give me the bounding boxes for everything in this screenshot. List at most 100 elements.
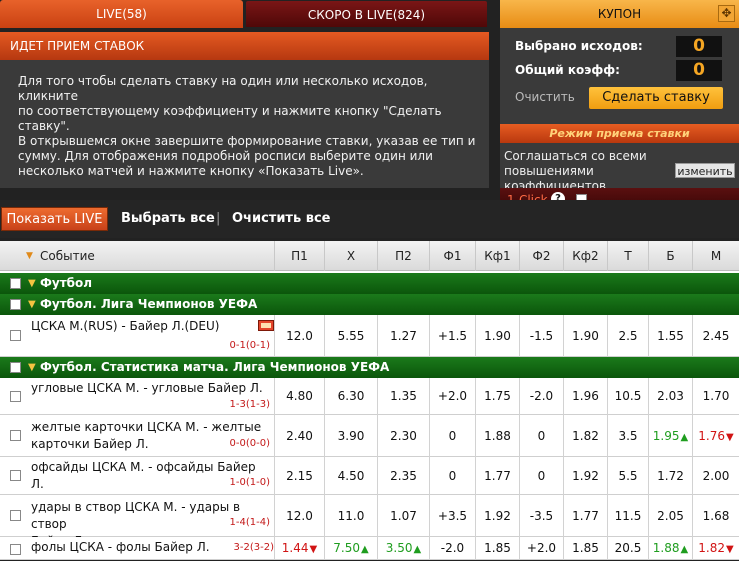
odds-cell-kf1[interactable]: 1.85 [475,537,519,560]
row-checkbox[interactable] [10,544,21,555]
tab-live[interactable]: LIVE(58) [0,0,243,28]
odds-cell-total[interactable]: 5.5 [607,457,648,495]
odds-cell-f2[interactable]: +2.0 [519,537,563,560]
odds-cell-f2[interactable]: 0 [519,457,563,495]
odds-cell-kf2[interactable]: 1.77 [563,495,607,537]
odds-cell-kf2[interactable]: 1.82 [563,415,607,457]
odds-cell-under[interactable]: 1.76▼ [692,415,739,457]
odds-cell-under[interactable]: 1.82▼ [692,537,739,560]
odds-cell-p1[interactable]: 12.0 [274,495,324,537]
odds-cell-kf2[interactable]: 1.92 [563,457,607,495]
section-checkbox[interactable] [10,362,21,373]
move-icon[interactable]: ✥ [718,5,735,22]
coupon-header: КУПОН ✥ [500,0,739,28]
tab-soon-live[interactable]: СКОРО В LIVE(824) [245,0,488,28]
odds-cell-x[interactable]: 3.90 [324,415,377,457]
coupon-clear-button[interactable]: Очистить [515,90,575,104]
odds-cell-kf1[interactable]: 1.75 [475,378,519,415]
odds-cell-x[interactable]: 11.0 [324,495,377,537]
odds-cell-under[interactable]: 1.68 [692,495,739,537]
tv-icon[interactable] [258,320,274,331]
event-text: ЦСКА М.(RUS) - Байер Л.(DEU) [31,319,220,333]
odds-cell-x[interactable]: 5.55 [324,315,377,357]
odds-cell-kf1[interactable]: 1.92 [475,495,519,537]
show-live-button[interactable]: Показать LIVE [1,207,108,231]
section-checkbox[interactable] [10,278,21,289]
odds-value: 1.70 [702,389,730,403]
event-name[interactable]: фолы ЦСКА - фолы Байер Л. 3-2(3-2) [31,539,276,558]
select-all-button[interactable]: Выбрать все [121,207,215,231]
change-mode-button[interactable]: изменить [675,163,735,178]
odds-cell-f1[interactable]: -2.0 [429,537,475,560]
row-checkbox[interactable] [10,330,21,341]
row-checkbox[interactable] [10,430,21,441]
odds-cell-over[interactable]: 1.88▲ [648,537,692,560]
odds-cell-total[interactable]: 10.5 [607,378,648,415]
odds-value: 1.07 [390,509,417,523]
section-match-statistics[interactable]: ▼ Футбол. Статистика матча. Лига Чемпион… [0,357,739,378]
odds-cell-f1[interactable]: 0 [429,457,475,495]
event-name[interactable]: удары в створ ЦСКА М. - удары в створ Ба… [31,499,276,548]
event-name[interactable]: ЦСКА М.(RUS) - Байер Л.(DEU) 0-1(0-1) [31,318,276,354]
odds-cell-kf2[interactable]: 1.96 [563,378,607,415]
odds-cell-p2[interactable]: 1.07 [377,495,429,537]
odds-cell-total[interactable]: 3.5 [607,415,648,457]
match-score: 1-3(1-3) [229,399,270,410]
section-champions-league[interactable]: ▼ Футбол. Лига Чемпионов УЕФА [0,294,739,315]
odds-value: 2.45 [702,329,730,343]
odds-cell-under[interactable]: 2.00 [692,457,739,495]
odds-cell-over[interactable]: 1.55 [648,315,692,357]
odds-cell-p1[interactable]: 1.44▼ [274,537,324,560]
section-football[interactable]: ▼ Футбол [0,273,739,294]
odds-cell-kf1[interactable]: 1.77 [475,457,519,495]
event-name[interactable]: угловые ЦСКА М. - угловые Байер Л. 1-3(1… [31,380,276,413]
event-name[interactable]: офсайды ЦСКА М. - офсайды Байер Л. 1-0(1… [31,459,276,493]
odds-cell-p1[interactable]: 2.40 [274,415,324,457]
odds-cell-f2[interactable]: -2.0 [519,378,563,415]
odds-cell-p2[interactable]: 2.35 [377,457,429,495]
section-checkbox[interactable] [10,299,21,310]
odds-cell-over[interactable]: 1.72 [648,457,692,495]
odds-cell-kf1[interactable]: 1.88 [475,415,519,457]
odds-cell-total[interactable]: 2.5 [607,315,648,357]
odds-cell-p2[interactable]: 1.35 [377,378,429,415]
odds-cell-over[interactable]: 1.95▲ [648,415,692,457]
odds-cell-f1[interactable]: 0 [429,415,475,457]
separator: | [216,211,221,226]
odds-cell-f1[interactable]: +2.0 [429,378,475,415]
row-checkbox[interactable] [10,391,21,402]
column-header-kf1: Кф1 [475,241,519,271]
odds-cell-p1[interactable]: 12.0 [274,315,324,357]
odds-cell-p1[interactable]: 2.15 [274,457,324,495]
odds-cell-x[interactable]: 4.50 [324,457,377,495]
odds-cell-f2[interactable]: -1.5 [519,315,563,357]
odds-cell-under[interactable]: 1.70 [692,378,739,415]
odds-cell-kf1[interactable]: 1.90 [475,315,519,357]
odds-cell-p2[interactable]: 1.27 [377,315,429,357]
odds-cell-p2[interactable]: 2.30 [377,415,429,457]
odds-cell-under[interactable]: 2.45 [692,315,739,357]
odds-value: 10.5 [614,389,642,403]
odds-cell-f2[interactable]: -3.5 [519,495,563,537]
odds-cell-total[interactable]: 20.5 [607,537,648,560]
odds-cell-kf2[interactable]: 1.90 [563,315,607,357]
row-checkbox[interactable] [10,510,21,521]
column-header-event[interactable]: ▼ Событие [0,241,274,271]
odds-cell-total[interactable]: 11.5 [607,495,648,537]
odds-cell-kf2[interactable]: 1.85 [563,537,607,560]
odds-cell-over[interactable]: 2.03 [648,378,692,415]
odds-cell-p1[interactable]: 4.80 [274,378,324,415]
row-checkbox[interactable] [10,470,21,481]
odds-cell-x[interactable]: 7.50▲ [324,537,377,560]
odds-cell-f1[interactable]: +1.5 [429,315,475,357]
odds-cell-f1[interactable]: +3.5 [429,495,475,537]
odds-value: 2.05 [657,509,684,523]
event-name[interactable]: желтые карточки ЦСКА М. - желтые карточк… [31,419,276,455]
column-header-p2: П2 [377,241,429,271]
odds-cell-f2[interactable]: 0 [519,415,563,457]
odds-cell-p2[interactable]: 3.50▲ [377,537,429,560]
place-bet-button[interactable]: Сделать ставку [589,87,723,109]
clear-all-button[interactable]: Очистить все [232,207,330,231]
odds-cell-over[interactable]: 2.05 [648,495,692,537]
odds-cell-x[interactable]: 6.30 [324,378,377,415]
